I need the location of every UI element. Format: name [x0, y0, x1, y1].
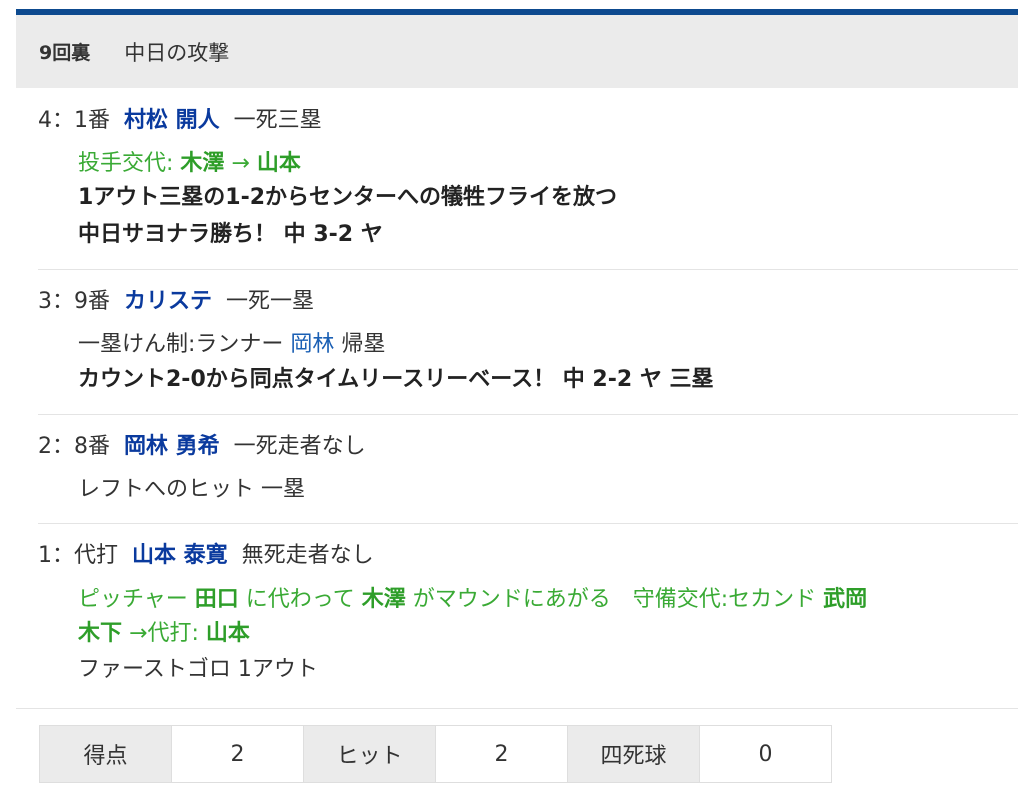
batter-number: 2：8番: [38, 434, 110, 459]
play-item: 3：9番 カリステ 一死一塁 一塁けん制:ランナー 岡林 帰塁 カウント2-0か…: [38, 269, 1018, 415]
play-result: ファーストゴロ 1アウト: [78, 657, 318, 682]
change-from-name: 木澤: [180, 151, 225, 176]
sub-name: 木澤: [361, 587, 406, 612]
batter-name[interactable]: 山本 泰寛: [132, 543, 228, 568]
substitution-note: ピッチャー 田口 に代わって 木澤 がマウンドにあがる 守備交代:セカンド 武岡: [78, 585, 867, 615]
inning-stats-table: 得点 2 ヒット 2 四死球 0: [39, 725, 832, 783]
stat-value-runs: 2: [172, 726, 304, 782]
base-situation: 無死走者なし: [241, 543, 374, 568]
batter-number: 1：代打: [38, 543, 118, 568]
stat-label-hits: ヒット: [304, 726, 436, 782]
batter-name[interactable]: 村松 開人: [124, 108, 220, 133]
pickoff-note: 一塁けん制:ランナー 岡林 帰塁: [78, 330, 385, 360]
inning-header: 9回裏 中日の攻撃: [16, 15, 1018, 88]
base-situation: 一死走者なし: [233, 434, 366, 459]
sub-name: 武岡: [823, 587, 868, 612]
sub-name: 木下: [78, 621, 123, 646]
stat-value-hits: 2: [436, 726, 568, 782]
sub-text: がマウンドにあがる 守備交代:セカンド: [405, 587, 824, 612]
play-result: 1アウト三塁の1-2からセンターへの犠牲フライを放つ: [78, 185, 618, 210]
change-prefix: 投手交代:: [78, 151, 181, 176]
base-situation: 一死一塁: [226, 289, 315, 314]
batter-name[interactable]: 岡林 勇希: [124, 434, 220, 459]
play-result-score: 中日サヨナラ勝ち！ 中 3-2 ヤ: [78, 222, 383, 247]
sub-text: に代わって: [238, 587, 362, 612]
change-to-name: 山本: [256, 151, 301, 176]
inning-label: 9回裏: [39, 42, 91, 64]
play-item: 2：8番 岡林 勇希 一死走者なし レフトへのヒット 一塁: [38, 414, 1018, 524]
play-result: カウント2-0から同点タイムリースリーベース！ 中 2-2 ヤ 三塁: [78, 367, 714, 392]
play-header: 1：代打 山本 泰寛 無死走者なし: [38, 541, 374, 571]
batter-number: 4：1番: [38, 108, 110, 133]
stat-label-runs: 得点: [40, 726, 172, 782]
sub-name: 山本: [205, 621, 250, 646]
note-suffix: 帰塁: [334, 332, 386, 357]
sub-name: 田口: [194, 587, 239, 612]
inning-panel: 9回裏 中日の攻撃 4：1番 村松 開人 一死三塁 投手交代: 木澤 → 山本 …: [16, 0, 1018, 802]
inning-team: 中日の攻撃: [124, 40, 230, 65]
stat-value-walks: 0: [700, 726, 831, 782]
stat-label-walks: 四死球: [568, 726, 700, 782]
pitcher-change: 投手交代: 木澤 → 山本: [78, 149, 301, 179]
play-item: 4：1番 村松 開人 一死三塁 投手交代: 木澤 → 山本 1アウト三塁の1-2…: [38, 88, 1018, 270]
sub-text: →代打:: [122, 621, 206, 646]
play-header: 4：1番 村松 開人 一死三塁: [38, 106, 322, 136]
sub-text: ピッチャー: [78, 587, 195, 612]
substitution-note-cont: 木下 →代打: 山本: [78, 619, 250, 649]
play-header: 2：8番 岡林 勇希 一死走者なし: [38, 432, 366, 462]
divider: [16, 708, 1018, 709]
change-arrow: →: [224, 151, 257, 176]
batter-number: 3：9番: [38, 289, 110, 314]
play-result: レフトへのヒット 一塁: [78, 477, 305, 502]
note-prefix: 一塁けん制:ランナー: [78, 332, 291, 357]
play-item: 1：代打 山本 泰寛 無死走者なし ピッチャー 田口 に代わって 木澤 がマウン…: [38, 523, 1018, 708]
batter-name[interactable]: カリステ: [124, 289, 212, 314]
play-header: 3：9番 カリステ 一死一塁: [38, 287, 314, 317]
base-situation: 一死三塁: [233, 108, 322, 133]
runner-name[interactable]: 岡林: [290, 332, 334, 357]
